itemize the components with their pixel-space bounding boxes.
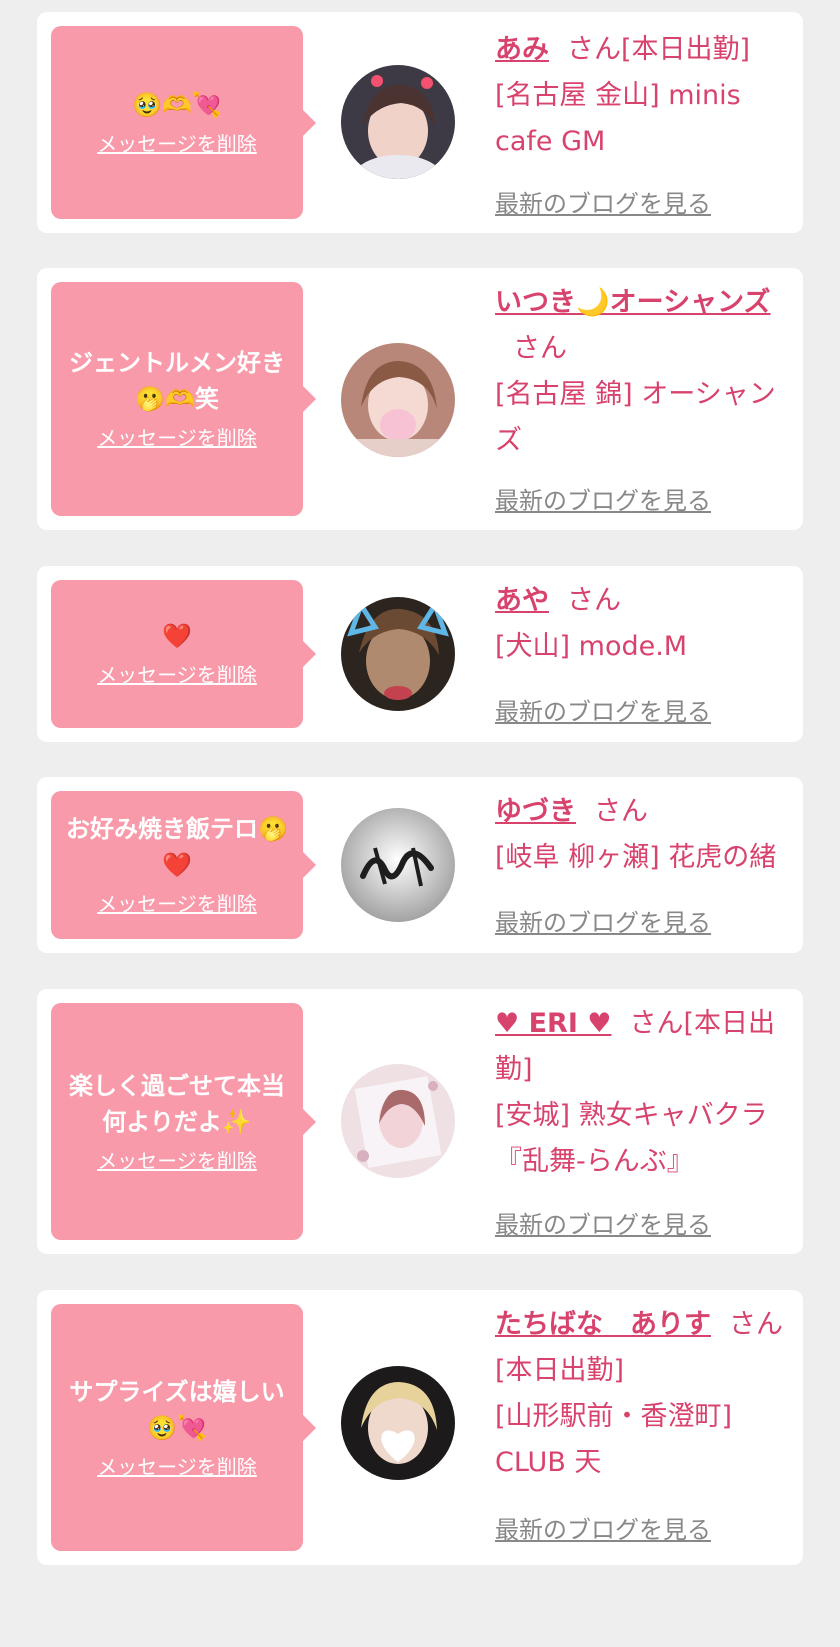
cast-name-link[interactable]: いつき🌙オーシャンズ — [495, 287, 771, 318]
message-text: ❤️ — [162, 622, 192, 650]
message-text: ジェントルメン好き🫢🫶笑 — [69, 349, 285, 413]
message-card: ジェントルメン好き🫢🫶笑 メッセージを削除 いつき🌙オーシャンズさん [名古屋 … — [37, 268, 803, 530]
message-text: 🥹🫶💘 — [132, 90, 222, 119]
message-text: サプライズは嬉しい🥹💘 — [69, 1377, 285, 1442]
message-text: お好み焼き飯テロ🫢❤️ — [66, 815, 288, 879]
message-card: 🥹🫶💘 メッセージを削除 あみ さん[本日出勤] [名古屋 金山] minis c… — [37, 12, 803, 233]
delete-message-link[interactable]: メッセージを削除 — [97, 1452, 257, 1482]
cast-name-link[interactable]: ゆづき — [495, 796, 576, 827]
delete-message-link[interactable]: メッセージを削除 — [97, 889, 257, 919]
cast-name-link[interactable]: たちばな ありす — [495, 1309, 711, 1340]
message-card: ❤️ メッセージを削除 あや さん [犬山] mode.M 最新のブログを見る — [37, 566, 803, 742]
blog-link[interactable]: 最新のブログを見る — [495, 1510, 711, 1545]
message-bubble: 🥹🫶💘 メッセージを削除 — [51, 26, 316, 219]
avatar[interactable] — [341, 343, 455, 457]
delete-message-link[interactable]: メッセージを削除 — [97, 660, 257, 690]
avatar[interactable] — [341, 1064, 455, 1178]
status-label: [本日出勤] — [621, 34, 751, 65]
honorific: さん — [729, 1309, 783, 1340]
avatar[interactable] — [341, 65, 455, 179]
shop-logo-avatar[interactable] — [341, 808, 455, 922]
blog-link[interactable]: 最新のブログを見る — [495, 1205, 711, 1240]
avatar[interactable] — [341, 1366, 455, 1480]
avatar[interactable] — [341, 597, 455, 711]
honorific: さん — [567, 585, 621, 616]
message-card: 楽しく過ごせて本当何よりだよ✨ メッセージを削除 ♥ ERI ♥ さん[本日出勤]… — [37, 989, 803, 1254]
blog-link[interactable]: 最新のブログを見る — [495, 692, 711, 727]
message-card: サプライズは嬉しい🥹💘 メッセージを削除 たちばな ありす さん [本日出勤] [山… — [37, 1290, 803, 1565]
message-bubble: 楽しく過ごせて本当何よりだよ✨ メッセージを削除 — [51, 1003, 316, 1240]
message-bubble: ❤️ メッセージを削除 — [51, 580, 316, 728]
honorific: さん — [567, 34, 621, 65]
cast-name-link[interactable]: ♥ ERI ♥ — [495, 1008, 612, 1039]
shop-info: [名古屋 錦] オーシャンズ — [495, 379, 776, 456]
delete-message-link[interactable]: メッセージを削除 — [97, 1146, 257, 1176]
shop-info: [犬山] mode.M — [495, 631, 688, 662]
message-list: 🥹🫶💘 メッセージを削除 あみ さん[本日出勤] [名古屋 金山] minis c… — [0, 0, 840, 1647]
status-label: [本日出勤] — [495, 1355, 625, 1386]
honorific: さん — [629, 1008, 684, 1039]
honorific: さん — [594, 796, 648, 827]
blog-link[interactable]: 最新のブログを見る — [495, 481, 711, 516]
message-bubble: ジェントルメン好き🫢🫶笑 メッセージを削除 — [51, 282, 316, 516]
shop-info: [名古屋 金山] minis cafe GM — [495, 80, 741, 157]
shop-info: [岐阜 柳ヶ瀬] 花虎の緒 — [495, 842, 777, 873]
cast-name-link[interactable]: あや — [495, 585, 549, 616]
shop-info: [山形駅前・香澄町] CLUB 天 — [495, 1401, 733, 1478]
message-card: お好み焼き飯テロ🫢❤️ メッセージを削除 ゆづき さん [岐阜 柳ヶ瀬] 花虎の緒… — [37, 777, 803, 953]
delete-message-link[interactable]: メッセージを削除 — [97, 423, 257, 453]
blog-link[interactable]: 最新のブログを見る — [495, 184, 711, 219]
blog-link[interactable]: 最新のブログを見る — [495, 903, 711, 938]
honorific: さん — [513, 333, 567, 364]
delete-message-link[interactable]: メッセージを削除 — [97, 129, 257, 159]
message-bubble: お好み焼き飯テロ🫢❤️ メッセージを削除 — [51, 791, 316, 939]
cast-name-link[interactable]: あみ — [495, 34, 549, 65]
message-bubble: サプライズは嬉しい🥹💘 メッセージを削除 — [51, 1304, 316, 1551]
message-text: 楽しく過ごせて本当何よりだよ✨ — [69, 1071, 285, 1136]
shop-info: [安城] 熟女キャバクラ『乱舞-らんぶ』 — [495, 1100, 768, 1177]
